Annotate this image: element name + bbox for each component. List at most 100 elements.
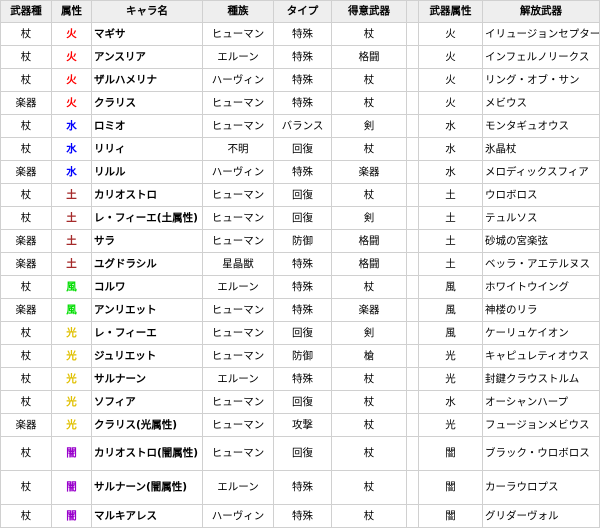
cell-unlock-weapon: テュルソス <box>482 206 600 230</box>
cell-race: エルーン <box>202 470 274 505</box>
cell-element: 光 <box>51 367 92 391</box>
cell-unlock-weapon: グリダーヴォル <box>482 504 600 528</box>
cell-weapon-type: 杖 <box>0 344 52 368</box>
cell-weapon-element: 水 <box>418 390 483 414</box>
cell-favorite-weapon: 杖 <box>331 22 407 46</box>
cell-weapon-element: 水 <box>418 160 483 184</box>
cell-character-name: サルナーン <box>91 367 203 391</box>
cell-character-name: レ・フィーエ <box>91 321 203 345</box>
cell-element: 闇 <box>51 504 92 528</box>
cell-weapon-element: 光 <box>418 413 483 437</box>
table-row: 杖光ソフィア ヒューマン 回復杖水オーシャンハープ <box>0 390 600 414</box>
cell-element: 風 <box>51 275 92 299</box>
cell-unlock-weapon: オーシャンハープ <box>482 390 600 414</box>
table-row: 杖光サルナーン エルーン 特殊杖光封鍵クラウストルム <box>0 367 600 391</box>
cell-type: 特殊 <box>273 91 332 115</box>
cell-weapon-type: 杖 <box>0 321 52 345</box>
cell-race: ヒューマン <box>202 298 274 322</box>
header-spacer <box>406 0 419 23</box>
header-race: 種族 <box>202 0 274 23</box>
cell-weapon-type: 杖 <box>0 114 52 138</box>
cell-favorite-weapon: 杖 <box>331 504 407 528</box>
cell-unlock-weapon: カーラウロプス <box>482 470 600 505</box>
cell-weapon-element: 水 <box>418 137 483 161</box>
cell-favorite-weapon: 杖 <box>331 390 407 414</box>
cell-weapon-element: 風 <box>418 298 483 322</box>
cell-race: ハーヴィン <box>202 504 274 528</box>
cell-favorite-weapon: 格闘 <box>331 252 407 276</box>
cell-favorite-weapon: 杖 <box>331 275 407 299</box>
cell-spacer <box>406 367 419 391</box>
cell-spacer <box>406 137 419 161</box>
cell-type: 回復 <box>273 183 332 207</box>
cell-character-name: ユグドラシル <box>91 252 203 276</box>
cell-weapon-type: 楽器 <box>0 413 52 437</box>
table-row: 杖火ザルハメリナ ハーヴィン 特殊杖火リング・オブ・サン <box>0 68 600 92</box>
cell-type: バランス <box>273 114 332 138</box>
cell-spacer <box>406 504 419 528</box>
cell-favorite-weapon: 剣 <box>331 114 407 138</box>
table-row: 杖火マギサ ヒューマン 特殊杖火イリュージョンセプター <box>0 22 600 46</box>
cell-weapon-type: 杖 <box>0 22 52 46</box>
cell-weapon-type: 杖 <box>0 504 52 528</box>
cell-element: 土 <box>51 229 92 253</box>
table-row: 杖光ジュリエット ヒューマン 防御槍光キャピュレティオウス <box>0 344 600 368</box>
cell-favorite-weapon: 杖 <box>331 413 407 437</box>
cell-spacer <box>406 436 419 471</box>
cell-race: ヒューマン <box>202 413 274 437</box>
table-row: 杖土レ・フィーエ(土属性) ヒューマン 回復剣土テュルソス <box>0 206 600 230</box>
cell-race: ヒューマン <box>202 390 274 414</box>
cell-weapon-element: 闇 <box>418 504 483 528</box>
cell-weapon-element: 光 <box>418 344 483 368</box>
cell-spacer <box>406 91 419 115</box>
cell-element: 火 <box>51 22 92 46</box>
cell-weapon-element: 土 <box>418 229 483 253</box>
cell-weapon-type: 杖 <box>0 137 52 161</box>
cell-race: 不明 <box>202 137 274 161</box>
header-row: 武器種 属性 キャラ名 種族 タイプ 得意武器 武器属性 解放武器 <box>0 0 600 23</box>
cell-spacer <box>406 252 419 276</box>
cell-weapon-element: 土 <box>418 252 483 276</box>
cell-unlock-weapon: メビウス <box>482 91 600 115</box>
cell-favorite-weapon: 杖 <box>331 436 407 471</box>
cell-favorite-weapon: 剣 <box>331 206 407 230</box>
header-unlock-weapon: 解放武器 <box>482 0 600 23</box>
cell-spacer <box>406 229 419 253</box>
cell-element: 闇 <box>51 436 92 471</box>
cell-race: ヒューマン <box>202 436 274 471</box>
cell-race: 星晶獣 <box>202 252 274 276</box>
cell-character-name: レ・フィーエ(土属性) <box>91 206 203 230</box>
cell-type: 回復 <box>273 137 332 161</box>
header-element: 属性 <box>51 0 92 23</box>
table-row: 楽器水リルル ハーヴィン 特殊 楽器水メロディックスフィア <box>0 160 600 184</box>
header-type: タイプ <box>273 0 332 23</box>
cell-spacer <box>406 206 419 230</box>
cell-unlock-weapon: ブラック・ウロボロス <box>482 436 600 471</box>
cell-unlock-weapon: メロディックスフィア <box>482 160 600 184</box>
cell-weapon-element: 火 <box>418 22 483 46</box>
table-row: 杖水ロミオ ヒューマン バランス剣水モンタギュオウス <box>0 114 600 138</box>
cell-character-name: カリオストロ(闇属性) <box>91 436 203 471</box>
cell-weapon-element: 闇 <box>418 470 483 505</box>
cell-weapon-type: 杖 <box>0 275 52 299</box>
cell-type: 特殊 <box>273 298 332 322</box>
cell-unlock-weapon: 神楼のリラ <box>482 298 600 322</box>
cell-type: 特殊 <box>273 22 332 46</box>
cell-race: ヒューマン <box>202 321 274 345</box>
cell-unlock-weapon: 砂城の宮楽弦 <box>482 229 600 253</box>
cell-weapon-element: 火 <box>418 91 483 115</box>
table-row: 杖闇カリオストロ(闇属性) ヒューマン 回復杖闇ブラック・ウロボロス <box>0 436 600 471</box>
table-row: 楽器土サラ ヒューマン 防御 格闘土砂城の宮楽弦 <box>0 229 600 253</box>
cell-character-name: アンリエット <box>91 298 203 322</box>
cell-element: 光 <box>51 321 92 345</box>
cell-spacer <box>406 413 419 437</box>
cell-spacer <box>406 160 419 184</box>
character-weapon-table: 武器種 属性 キャラ名 種族 タイプ 得意武器 武器属性 解放武器 杖火マギサヒ… <box>0 0 600 528</box>
cell-element: 火 <box>51 45 92 69</box>
cell-favorite-weapon: 杖 <box>331 91 407 115</box>
cell-spacer <box>406 298 419 322</box>
table-row: 杖土カリオストロ ヒューマン 回復杖土ウロボロス <box>0 183 600 207</box>
cell-race: ヒューマン <box>202 114 274 138</box>
table-row: 杖風コルワ エルーン 特殊杖風ホワイトウイング <box>0 275 600 299</box>
cell-weapon-type: 杖 <box>0 367 52 391</box>
